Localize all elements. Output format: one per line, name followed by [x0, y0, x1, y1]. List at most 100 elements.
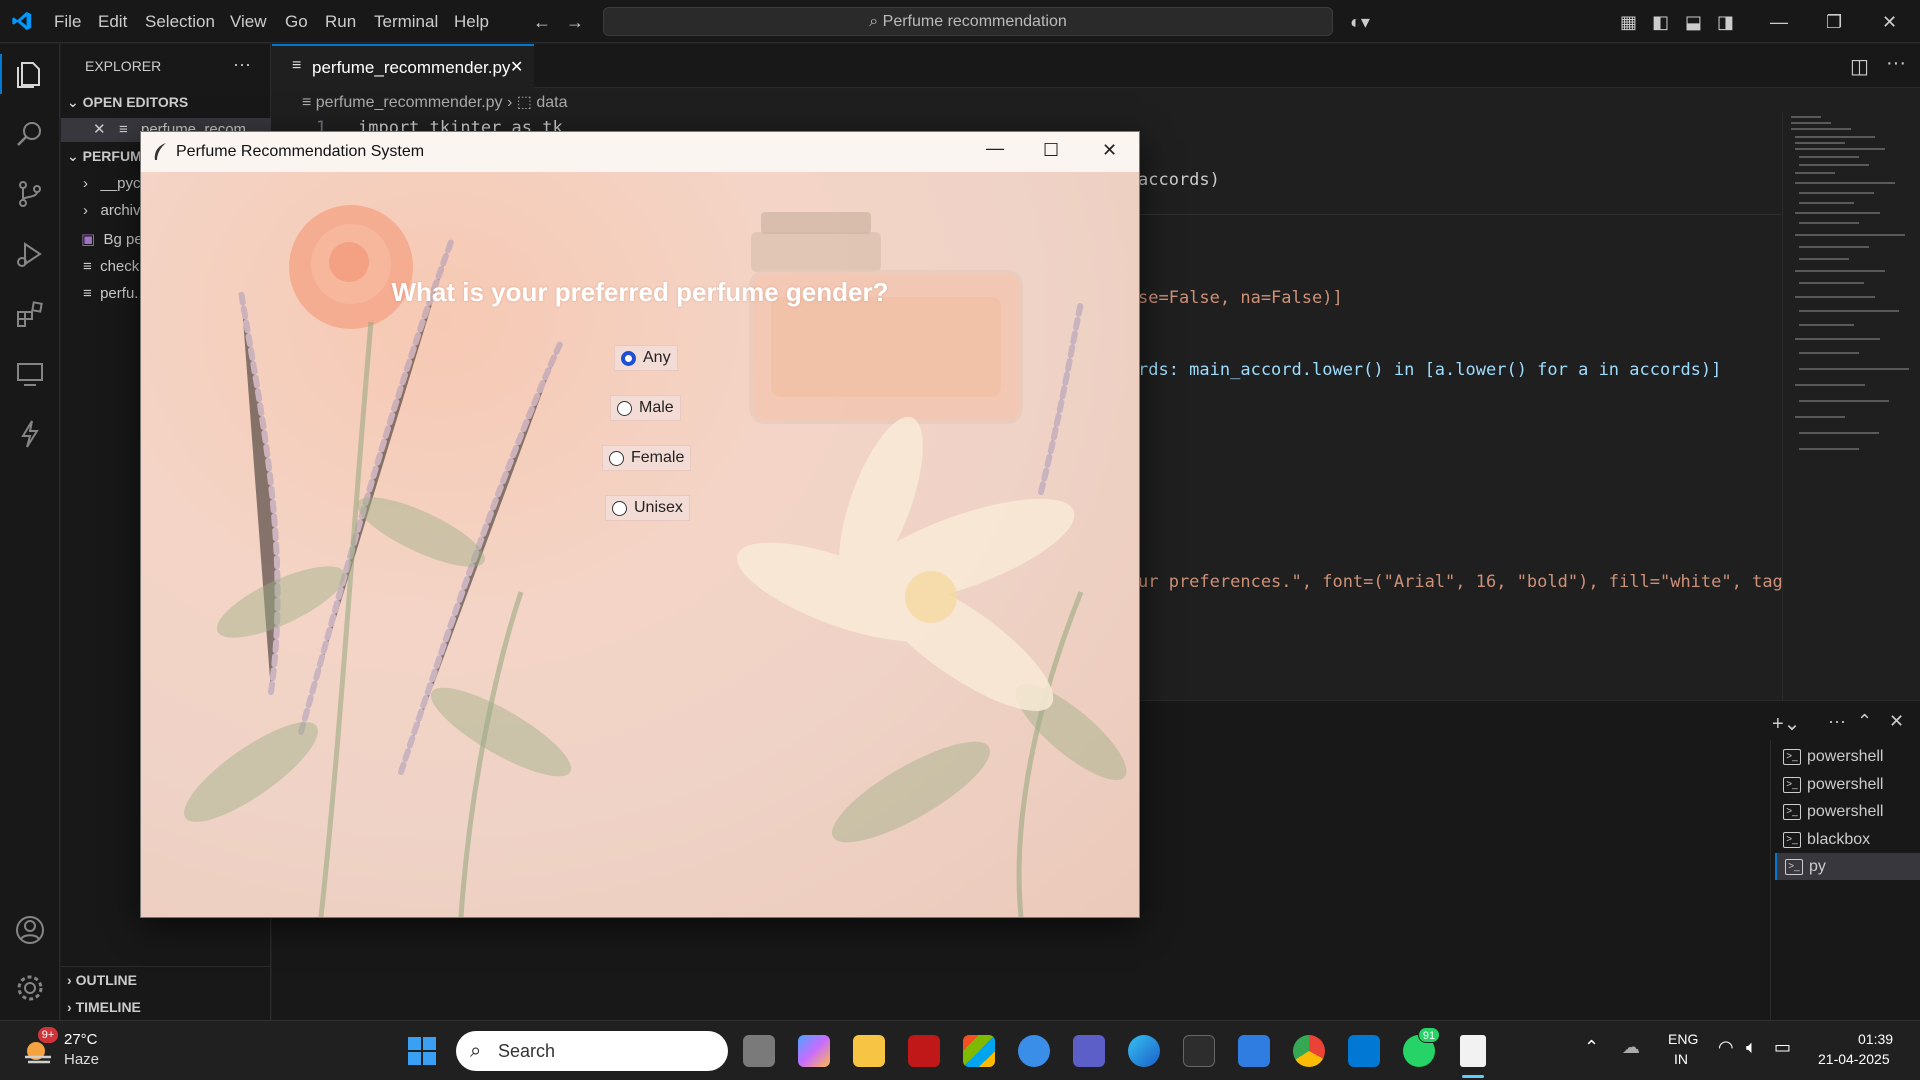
- menu-file[interactable]: File: [54, 12, 81, 32]
- code-fragment-accords: accords): [1138, 170, 1220, 190]
- forward-arrow-icon[interactable]: →: [566, 12, 584, 33]
- minimap[interactable]: [1782, 112, 1920, 700]
- copilot-icon[interactable]: ◐▾: [1350, 12, 1370, 33]
- vscode-logo-icon[interactable]: [11, 10, 33, 32]
- tk-background-canvas: What is your preferred perfume gender? A…: [141, 172, 1139, 917]
- radio-male[interactable]: Male: [610, 395, 681, 421]
- new-terminal-icon[interactable]: +⌄: [1772, 711, 1800, 736]
- copilot-icon[interactable]: [798, 1035, 830, 1067]
- accounts-icon[interactable]: [14, 914, 46, 946]
- lightning-icon[interactable]: [14, 418, 46, 450]
- tree-item-perfume[interactable]: ≡ perfu...: [83, 285, 147, 302]
- maximize-panel-icon[interactable]: ⌃: [1857, 711, 1872, 732]
- back-arrow-icon[interactable]: ←: [533, 12, 551, 33]
- taskbar-search[interactable]: ⌕ Search: [456, 1031, 728, 1071]
- radio-female[interactable]: Female: [602, 445, 692, 471]
- tab-label: perfume_recommender.py: [312, 58, 511, 77]
- radio-label: Unisex: [634, 499, 683, 516]
- edge-icon[interactable]: [1128, 1035, 1160, 1067]
- battery-icon[interactable]: ▭: [1774, 1037, 1791, 1058]
- task-view-icon[interactable]: [743, 1035, 775, 1067]
- clock-date[interactable]: 21-04-2025: [1818, 1051, 1890, 1067]
- restore-icon[interactable]: ❐: [1826, 12, 1842, 33]
- breadcrumb-symbol[interactable]: data: [536, 94, 567, 111]
- terminal-item-powershell-3[interactable]: >_ powershell: [1775, 798, 1920, 825]
- menu-terminal[interactable]: Terminal: [374, 12, 438, 32]
- split-editor-icon[interactable]: ◫: [1850, 54, 1869, 79]
- tab-close-icon[interactable]: ✕: [510, 57, 523, 77]
- show-hidden-icons-icon[interactable]: ⌃: [1584, 1037, 1599, 1058]
- mcafee-icon[interactable]: [908, 1035, 940, 1067]
- search-icon: ⌕: [470, 1040, 482, 1062]
- wifi-icon[interactable]: ◠: [1718, 1037, 1734, 1058]
- language-top[interactable]: ENG: [1668, 1031, 1698, 1047]
- get-help-icon[interactable]: [1018, 1035, 1050, 1067]
- tk-close-icon[interactable]: ✕: [1102, 140, 1117, 161]
- file-icon: ≡: [119, 121, 128, 138]
- radio-any[interactable]: Any: [614, 345, 678, 371]
- windows-start-icon[interactable]: [407, 1036, 437, 1066]
- timeline-header[interactable]: › TIMELINE: [67, 999, 141, 1015]
- terminal-item-blackbox[interactable]: >_ blackbox: [1775, 826, 1920, 853]
- menu-edit[interactable]: Edit: [98, 12, 127, 32]
- volume-icon[interactable]: 🔈︎: [1746, 1037, 1757, 1058]
- run-debug-icon[interactable]: [14, 238, 46, 270]
- vscode-taskbar-icon[interactable]: [1348, 1035, 1380, 1067]
- remote-explorer-icon[interactable]: [14, 358, 46, 390]
- notepad-icon[interactable]: [1460, 1035, 1486, 1067]
- feather-icon: [154, 143, 166, 160]
- settings-gear-icon[interactable]: [14, 972, 46, 1004]
- menu-selection[interactable]: Selection: [145, 12, 215, 32]
- close-panel-icon[interactable]: ✕: [1889, 711, 1904, 732]
- clock-time[interactable]: 01:39: [1858, 1031, 1893, 1047]
- terminal-item-powershell-1[interactable]: >_ powershell: [1775, 743, 1920, 770]
- teams-icon[interactable]: [1073, 1035, 1105, 1067]
- tk-minimize-icon[interactable]: —: [986, 138, 1004, 159]
- code-fragment-preferences: ur preferences.", font=("Arial", 16, "bo…: [1138, 572, 1824, 592]
- close-icon[interactable]: ✕: [1882, 12, 1897, 33]
- file-icon: ≡: [292, 57, 302, 74]
- terminal-icon: >_: [1785, 858, 1803, 875]
- onedrive-icon[interactable]: ☁: [1622, 1037, 1640, 1058]
- toggle-secondary-sidebar-icon[interactable]: ◨: [1717, 12, 1734, 33]
- more-actions-icon[interactable]: ···: [233, 54, 251, 75]
- timeline-label: TIMELINE: [75, 999, 141, 1015]
- terminal-item-powershell-2[interactable]: >_ powershell: [1775, 771, 1920, 798]
- menu-go[interactable]: Go: [285, 12, 308, 32]
- terminal-item-py[interactable]: >_ py: [1775, 853, 1920, 880]
- open-editors-header[interactable]: ⌄ OPEN EDITORS: [67, 94, 188, 111]
- editor-more-actions-icon[interactable]: ···: [1886, 52, 1906, 75]
- outline-label: OUTLINE: [75, 972, 138, 988]
- extensions-icon[interactable]: [14, 298, 46, 330]
- photos-icon[interactable]: [1238, 1035, 1270, 1067]
- menu-help[interactable]: Help: [454, 12, 489, 32]
- terminal-app-icon[interactable]: [1183, 1035, 1215, 1067]
- microsoft-store-icon[interactable]: [963, 1035, 995, 1067]
- terminal-icon: >_: [1783, 803, 1801, 820]
- language-bottom[interactable]: IN: [1674, 1051, 1688, 1067]
- search-icon[interactable]: [14, 118, 46, 150]
- close-editor-icon[interactable]: ✕: [93, 120, 106, 138]
- toggle-sidebar-icon[interactable]: ◧: [1652, 12, 1669, 33]
- customize-layout-icon[interactable]: ▦: [1620, 12, 1637, 33]
- chrome-icon[interactable]: [1293, 1035, 1325, 1067]
- windows-taskbar: 9+ 27°C Haze ⌕ Search 91 ⌃ ☁ ENG IN ◠ 🔈︎…: [0, 1020, 1920, 1080]
- command-center-search[interactable]: ⌕ Perfume recommendation: [603, 7, 1333, 36]
- outline-header[interactable]: › OUTLINE: [67, 972, 137, 988]
- tab-perfume-recommender[interactable]: ≡ perfume_recommender.py ✕: [272, 44, 534, 88]
- menu-view[interactable]: View: [230, 12, 267, 32]
- menu-run[interactable]: Run: [325, 12, 356, 32]
- panel-more-actions-icon[interactable]: ···: [1828, 711, 1846, 732]
- terminal-label: powershell: [1807, 776, 1884, 793]
- file-explorer-icon[interactable]: [853, 1035, 885, 1067]
- explorer-icon[interactable]: [14, 58, 46, 90]
- radio-unselected-icon: [609, 451, 624, 466]
- breadcrumb-file[interactable]: perfume_recommender.py: [316, 94, 503, 111]
- minimize-icon[interactable]: —: [1770, 12, 1788, 33]
- source-control-icon[interactable]: [14, 178, 46, 210]
- tk-maximize-icon[interactable]: ☐: [1043, 140, 1059, 161]
- terminal-label: blackbox: [1807, 831, 1871, 848]
- radio-unisex[interactable]: Unisex: [605, 495, 690, 521]
- toggle-panel-icon[interactable]: ⬓: [1685, 12, 1702, 33]
- weather-badge: 9+: [38, 1027, 58, 1043]
